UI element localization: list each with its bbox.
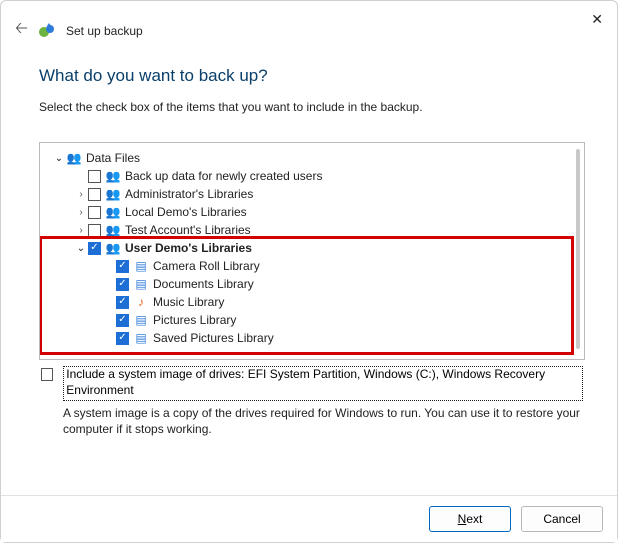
tree-node-music-library[interactable]: ♪ Music Library <box>46 293 584 311</box>
tree-node-new-users[interactable]: 👥 Back up data for newly created users <box>46 167 584 185</box>
checkbox[interactable] <box>116 278 129 291</box>
checkbox[interactable] <box>116 332 129 345</box>
people-icon: 👥 <box>105 187 121 201</box>
chevron-down-icon[interactable]: ⌄ <box>52 153 66 164</box>
tree-label: Data Files <box>86 151 140 165</box>
wizard-header: 🡠 Set up backup <box>1 1 617 44</box>
checkbox[interactable] <box>116 260 129 273</box>
library-icon: ▤ <box>133 259 149 273</box>
tree-label: Saved Pictures Library <box>153 331 274 345</box>
cancel-button[interactable]: Cancel <box>521 506 603 532</box>
system-image-label: Include a system image of drives: EFI Sy… <box>63 366 583 401</box>
checkbox[interactable] <box>116 296 129 309</box>
checkbox[interactable] <box>88 188 101 201</box>
checkbox[interactable] <box>88 170 101 183</box>
checkbox[interactable] <box>116 314 129 327</box>
tree-node-documents-library[interactable]: ▤ Documents Library <box>46 275 584 293</box>
checkbox[interactable] <box>88 242 101 255</box>
tree-label: Music Library <box>153 295 224 309</box>
library-icon: ▤ <box>133 331 149 345</box>
system-image-row[interactable]: Include a system image of drives: EFI Sy… <box>39 366 585 401</box>
tree-node-test-account-libraries[interactable]: › 👥 Test Account's Libraries <box>46 221 584 239</box>
close-button[interactable]: ✕ <box>587 7 607 32</box>
library-icon: ▤ <box>133 313 149 327</box>
checkbox[interactable] <box>88 224 101 237</box>
backup-wizard-icon <box>38 22 56 40</box>
system-image-checkbox[interactable] <box>41 368 53 381</box>
tree-node-user-demo-libraries[interactable]: ⌄ 👥 User Demo's Libraries <box>46 239 584 257</box>
chevron-right-icon[interactable]: › <box>74 207 88 218</box>
people-icon: 👥 <box>105 241 121 255</box>
scrollbar[interactable] <box>576 149 580 349</box>
system-image-description: A system image is a copy of the drives r… <box>63 405 585 437</box>
tree-label: User Demo's Libraries <box>125 241 252 255</box>
people-icon: 👥 <box>105 205 121 219</box>
wizard-title: Set up backup <box>66 24 143 38</box>
page-heading: What do you want to back up? <box>39 66 585 86</box>
next-button[interactable]: Next <box>429 506 511 532</box>
tree-label: Back up data for newly created users <box>125 169 322 183</box>
chevron-down-icon[interactable]: ⌄ <box>74 243 88 254</box>
tree-node-saved-pictures-library[interactable]: ▤ Saved Pictures Library <box>46 329 584 347</box>
cancel-button-label: Cancel <box>543 512 580 526</box>
tree-label: Pictures Library <box>153 313 236 327</box>
tree-label: Documents Library <box>153 277 254 291</box>
tree-node-pictures-library[interactable]: ▤ Pictures Library <box>46 311 584 329</box>
tree-node-data-files[interactable]: ⌄ 👥 Data Files <box>46 149 584 167</box>
tree-node-local-demo-libraries[interactable]: › 👥 Local Demo's Libraries <box>46 203 584 221</box>
close-icon: ✕ <box>591 11 603 27</box>
wizard-footer: Next Cancel <box>1 495 617 542</box>
backup-items-tree[interactable]: ⌄ 👥 Data Files 👥 Back up data for newly … <box>39 142 585 360</box>
people-icon: 👥 <box>105 223 121 237</box>
tree-label: Test Account's Libraries <box>125 223 251 237</box>
chevron-right-icon[interactable]: › <box>74 189 88 200</box>
chevron-right-icon[interactable]: › <box>74 225 88 236</box>
tree-label: Local Demo's Libraries <box>125 205 247 219</box>
wizard-content: What do you want to back up? Select the … <box>1 44 617 438</box>
page-instructions: Select the check box of the items that y… <box>39 100 585 114</box>
music-icon: ♪ <box>133 295 149 309</box>
tree-node-camera-roll-library[interactable]: ▤ Camera Roll Library <box>46 257 584 275</box>
tree-label: Camera Roll Library <box>153 259 260 273</box>
people-icon: 👥 <box>105 169 121 183</box>
checkbox[interactable] <box>88 206 101 219</box>
tree-node-administrator-libraries[interactable]: › 👥 Administrator's Libraries <box>46 185 584 203</box>
people-icon: 👥 <box>66 151 82 165</box>
library-icon: ▤ <box>133 277 149 291</box>
back-arrow-icon[interactable]: 🡠 <box>15 17 28 44</box>
tree-label: Administrator's Libraries <box>125 187 253 201</box>
